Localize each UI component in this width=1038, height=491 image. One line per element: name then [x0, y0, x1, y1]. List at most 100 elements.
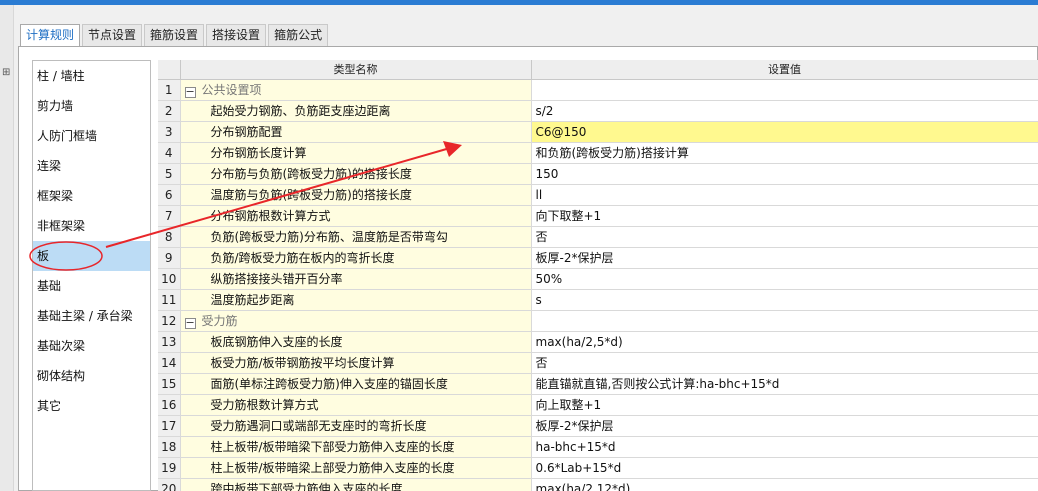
sidebar-item-4[interactable]: 框架梁: [33, 181, 150, 211]
table-row[interactable]: 11 温度筋起步距离 s: [158, 289, 1038, 311]
table-row[interactable]: 8 负筋(跨板受力筋)分布筋、温度筋是否带弯勾 否: [158, 226, 1038, 248]
row-setting-value[interactable]: s: [531, 289, 1038, 311]
row-setting-value[interactable]: 板厚-2*保护层: [531, 247, 1038, 269]
sidebar-item-11[interactable]: 其它: [33, 391, 150, 421]
row-type-name: − 受力筋: [180, 310, 532, 332]
row-number: 13: [158, 331, 181, 353]
row-type-name: 板底钢筋伸入支座的长度: [180, 331, 532, 353]
row-type-name: 分布筋与负筋(跨板受力筋)的搭接长度: [180, 163, 532, 185]
table-row[interactable]: 17 受力筋遇洞口或端部无支座时的弯折长度 板厚-2*保护层: [158, 415, 1038, 437]
row-setting-value[interactable]: [531, 310, 1038, 332]
table-row[interactable]: 5 分布筋与负筋(跨板受力筋)的搭接长度 150: [158, 163, 1038, 185]
table-row[interactable]: 13 板底钢筋伸入支座的长度 max(ha/2,5*d): [158, 331, 1038, 353]
row-number: 20: [158, 478, 181, 491]
row-type-name: 负筋/跨板受力筋在板内的弯折长度: [180, 247, 532, 269]
table-header-row: 类型名称 设置值: [158, 60, 1038, 80]
row-type-name: 柱上板带/板带暗梁下部受力筋伸入支座的长度: [180, 436, 532, 458]
sidebar-item-9[interactable]: 基础次梁: [33, 331, 150, 361]
table-row[interactable]: 4 分布钢筋长度计算 和负筋(跨板受力筋)搭接计算: [158, 142, 1038, 164]
row-setting-value[interactable]: 板厚-2*保护层: [531, 415, 1038, 437]
sidebar-item-3[interactable]: 连梁: [33, 151, 150, 181]
row-number: 11: [158, 289, 181, 311]
row-type-name: 温度筋与负筋(跨板受力筋)的搭接长度: [180, 184, 532, 206]
row-setting-value[interactable]: 否: [531, 226, 1038, 248]
sidebar-item-10[interactable]: 砌体结构: [33, 361, 150, 391]
row-setting-value[interactable]: 150: [531, 163, 1038, 185]
row-type-name: 面筋(单标注跨板受力筋)伸入支座的锚固长度: [180, 373, 532, 395]
table-row[interactable]: 9 负筋/跨板受力筋在板内的弯折长度 板厚-2*保护层: [158, 247, 1038, 269]
sidebar-item-7[interactable]: 基础: [33, 271, 150, 301]
table-row[interactable]: 14 板受力筋/板带钢筋按平均长度计算 否: [158, 352, 1038, 374]
sidebar-item-0[interactable]: 柱 / 墙柱: [33, 61, 150, 91]
settings-grid: 类型名称 设置值 1− 公共设置项 2 起始受力钢筋、负筋距支座边距离 s/2 3 分布钢筋…: [158, 60, 1038, 491]
row-number: 19: [158, 457, 181, 479]
tab-4[interactable]: 箍筋公式: [268, 24, 329, 46]
row-number: 16: [158, 394, 181, 416]
row-setting-value[interactable]: ll: [531, 184, 1038, 206]
row-type-name-text: 公共设置项: [201, 83, 262, 97]
table-row[interactable]: 3 分布钢筋配置 C6@150: [158, 121, 1038, 143]
row-setting-value[interactable]: 能直锚就直锚,否则按公式计算:ha-bhc+15*d: [531, 373, 1038, 395]
row-type-name: 柱上板带/板带暗梁上部受力筋伸入支座的长度: [180, 457, 532, 479]
table-row[interactable]: 20 跨中板带下部受力筋伸入支座的长度 max(ha/2,12*d): [158, 478, 1038, 491]
table-row[interactable]: 6 温度筋与负筋(跨板受力筋)的搭接长度 ll: [158, 184, 1038, 206]
sidebar-item-8[interactable]: 基础主梁 / 承台梁: [33, 301, 150, 331]
row-type-name-text: 纵筋搭接接头错开百分率: [210, 272, 343, 286]
row-type-name-text: 面筋(单标注跨板受力筋)伸入支座的锚固长度: [210, 377, 448, 391]
row-type-name-text: 受力筋: [201, 314, 238, 328]
row-type-name: 分布钢筋配置: [180, 121, 532, 143]
row-setting-value[interactable]: 否: [531, 352, 1038, 374]
row-number: 8: [158, 226, 181, 248]
table-row[interactable]: 15 面筋(单标注跨板受力筋)伸入支座的锚固长度 能直锚就直锚,否则按公式计算:ha…: [158, 373, 1038, 395]
header-setting-value[interactable]: 设置值: [531, 60, 1038, 80]
tab-2[interactable]: 箍筋设置: [144, 24, 205, 46]
table-row[interactable]: 18 柱上板带/板带暗梁下部受力筋伸入支座的长度 ha-bhc+15*d: [158, 436, 1038, 458]
row-type-name-text: 分布钢筋长度计算: [210, 146, 307, 160]
row-type-name-text: 受力筋遇洞口或端部无支座时的弯折长度: [210, 419, 427, 433]
table-row[interactable]: 7 分布钢筋根数计算方式 向下取整+1: [158, 205, 1038, 227]
row-setting-value[interactable]: [531, 79, 1038, 101]
group-row[interactable]: 1− 公共设置项: [158, 79, 1038, 101]
tab-1[interactable]: 节点设置: [82, 24, 143, 46]
row-setting-value[interactable]: max(ha/2,5*d): [531, 331, 1038, 353]
row-type-name-text: 分布钢筋配置: [210, 125, 283, 139]
row-type-name-text: 跨中板带下部受力筋伸入支座的长度: [210, 482, 403, 491]
row-type-name-text: 分布钢筋根数计算方式: [210, 209, 331, 223]
component-type-list: 柱 / 墙柱 剪力墙 人防门框墙 连梁 框架梁 非框架梁板基础 基础主梁 / 承台梁 基础次梁…: [32, 60, 151, 491]
row-setting-value[interactable]: 向下取整+1: [531, 205, 1038, 227]
row-number: 7: [158, 205, 181, 227]
table-row[interactable]: 10 纵筋搭接接头错开百分率 50%: [158, 268, 1038, 290]
row-type-name-text: 板底钢筋伸入支座的长度: [210, 335, 343, 349]
group-row[interactable]: 12− 受力筋: [158, 310, 1038, 332]
row-number: 10: [158, 268, 181, 290]
table-row[interactable]: 16 受力筋根数计算方式 向上取整+1: [158, 394, 1038, 416]
window-title-bar-accent: [0, 0, 1038, 5]
row-setting-value[interactable]: 50%: [531, 268, 1038, 290]
row-number: 6: [158, 184, 181, 206]
collapse-icon[interactable]: −: [184, 86, 196, 98]
sidebar-item-1[interactable]: 剪力墙: [33, 91, 150, 121]
left-edge-panel: ⊞: [0, 5, 14, 491]
row-type-name: 分布钢筋根数计算方式: [180, 205, 532, 227]
sidebar-item-6[interactable]: 板: [33, 241, 150, 271]
row-setting-value[interactable]: s/2: [531, 100, 1038, 122]
table-row[interactable]: 2 起始受力钢筋、负筋距支座边距离 s/2: [158, 100, 1038, 122]
row-setting-value[interactable]: C6@150: [531, 121, 1038, 143]
sidebar-item-5[interactable]: 非框架梁: [33, 211, 150, 241]
sidebar-item-2[interactable]: 人防门框墙: [33, 121, 150, 151]
row-setting-value[interactable]: max(ha/2,12*d): [531, 478, 1038, 491]
collapse-icon[interactable]: −: [184, 317, 196, 329]
row-number: 15: [158, 373, 181, 395]
row-setting-value[interactable]: 和负筋(跨板受力筋)搭接计算: [531, 142, 1038, 164]
row-setting-value[interactable]: 向上取整+1: [531, 394, 1038, 416]
tab-0[interactable]: 计算规则: [20, 24, 81, 48]
row-type-name-text: 柱上板带/板带暗梁上部受力筋伸入支座的长度: [210, 461, 455, 475]
header-type-name[interactable]: 类型名称: [180, 60, 532, 80]
tab-3[interactable]: 搭接设置: [206, 24, 267, 46]
table-row[interactable]: 19 柱上板带/板带暗梁上部受力筋伸入支座的长度 0.6*Lab+15*d: [158, 457, 1038, 479]
row-type-name: 负筋(跨板受力筋)分布筋、温度筋是否带弯勾: [180, 226, 532, 248]
row-type-name-text: 温度筋与负筋(跨板受力筋)的搭接长度: [210, 188, 412, 202]
row-type-name: − 公共设置项: [180, 79, 532, 101]
row-setting-value[interactable]: ha-bhc+15*d: [531, 436, 1038, 458]
row-setting-value[interactable]: 0.6*Lab+15*d: [531, 457, 1038, 479]
